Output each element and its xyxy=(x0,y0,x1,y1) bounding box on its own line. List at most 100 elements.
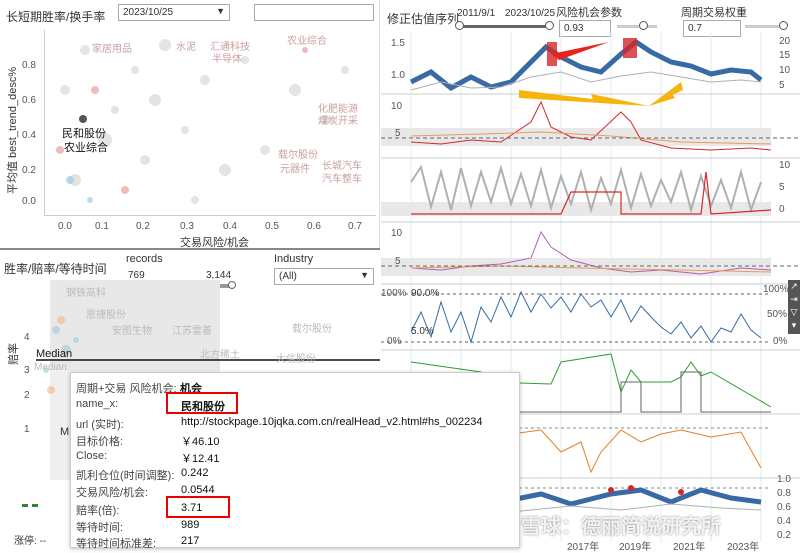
tooltip xyxy=(70,372,520,548)
slider-handle[interactable] xyxy=(545,21,554,30)
scatter-label: 元器件 xyxy=(280,164,310,175)
tooltip-label: 交易风险/机会: xyxy=(76,487,149,499)
x-tick: 0.1 xyxy=(95,221,109,232)
y-axis-label: 赔率 xyxy=(8,343,20,365)
end-date: 2023/10/25 xyxy=(505,8,556,19)
x-tick: 0.7 xyxy=(348,221,362,232)
cycle-label: 周期交易权重 xyxy=(681,7,747,19)
y-axis-label: 平均值 best_trend_desc% xyxy=(7,66,19,194)
tooltip-value: ￥12.41 xyxy=(181,453,220,465)
x-tick: 0.6 xyxy=(307,221,321,232)
y-tick: 0% xyxy=(773,336,788,347)
x-tick: 2017年 xyxy=(567,542,600,553)
pct-label: 90.0% xyxy=(411,288,440,299)
scatter-label: 载尔股份 xyxy=(292,324,332,335)
scatter-label: 钢铁高科 xyxy=(66,288,106,299)
date-value: 2023/10/25 xyxy=(123,7,174,18)
y-tick: 0.6 xyxy=(22,95,36,106)
tooltip-label: 凯利仓位(时间调整): xyxy=(76,470,175,482)
scatter-label: 煤炭开采 xyxy=(318,116,358,127)
y-tick: 4 xyxy=(24,332,30,343)
watermark: 雪球：德丽简说研究所 xyxy=(521,516,721,538)
y-tick: 0.0 xyxy=(22,196,36,207)
scatter-label: 恩捷股份 xyxy=(86,310,126,321)
y-tick: 5 xyxy=(779,182,785,193)
scatter-label: 汽车整车 xyxy=(322,174,362,185)
y-tick: 10 xyxy=(391,228,403,239)
export-icon[interactable]: ⇥ xyxy=(788,293,800,306)
panel-title: 修正估值序列 xyxy=(387,12,460,26)
y-tick: 100% xyxy=(763,284,789,295)
x-tick: 0.4 xyxy=(223,221,237,232)
scatter-label: 家居用品 xyxy=(92,44,132,55)
more-icon[interactable]: ▾ xyxy=(788,319,800,332)
expand-icon[interactable]: ↗ xyxy=(788,280,800,293)
y-tick: 1.0 xyxy=(391,70,405,81)
green-marker xyxy=(32,504,38,507)
highlight-sub-label: 农业综合 xyxy=(64,142,108,154)
y-tick: 0.4 xyxy=(22,130,36,141)
y-tick: 1.5 xyxy=(391,38,405,49)
tooltip-value: 0.0544 xyxy=(181,484,215,496)
start-date: 2011/9/1 xyxy=(457,8,496,19)
filter-icon[interactable]: ▽ xyxy=(788,306,800,319)
y-tick: 10 xyxy=(779,160,791,171)
tooltip-label: Close: xyxy=(76,450,108,462)
footer-text: M xyxy=(60,426,70,438)
tooltip-label: name_x: xyxy=(76,398,119,410)
y-tick: 20 xyxy=(779,36,791,47)
scatter-label: 载尔股份 xyxy=(278,150,318,161)
left-top-panel: 长短期胜率/换手率 2023/10/25 ▼ 平均值 best_trend_de xyxy=(0,0,380,249)
y-tick: 15 xyxy=(779,50,791,61)
x-tick: 0.0 xyxy=(58,221,72,232)
y-tick: 2 xyxy=(24,390,30,401)
highlight-box xyxy=(166,392,238,414)
tooltip-value: 0.242 xyxy=(181,467,209,479)
y-tick: 10 xyxy=(391,101,403,112)
tooltip-label: 周期+交易 风险机会: xyxy=(76,383,177,395)
risk-label: 风险机会参数 xyxy=(556,7,622,19)
tooltip-label: 等待时间: xyxy=(76,522,124,534)
scatter-label: 北方稀土 xyxy=(200,350,240,361)
green-marker xyxy=(22,504,28,507)
highlight-box xyxy=(166,496,230,518)
records-label: records xyxy=(126,253,163,265)
x-tick: 0.2 xyxy=(136,221,150,232)
slider-handle[interactable] xyxy=(639,21,648,30)
x-tick: 0.5 xyxy=(265,221,279,232)
x-tick: 2019年 xyxy=(619,542,652,553)
industry-label: Industry xyxy=(274,253,314,265)
scatter-label: 农业综合 xyxy=(287,36,327,47)
tooltip-value: ￥46.10 xyxy=(181,436,220,448)
panel-title: 长短期胜率/换手率 xyxy=(6,10,106,24)
slider-handle[interactable] xyxy=(779,21,788,30)
scatter-label: 半导体 xyxy=(212,54,242,65)
y-tick: 0.4 xyxy=(777,516,791,527)
chevron-down-icon: ▼ xyxy=(360,270,369,280)
y-tick: 50% xyxy=(767,309,788,320)
tooltip-value: 217 xyxy=(181,535,200,547)
side-toolbar: ↗ ⇥ ▽ ▾ xyxy=(788,280,800,334)
panel-title: 胜率/赔率/等待时间 xyxy=(4,262,107,276)
slider-handle[interactable] xyxy=(455,21,464,30)
chevron-down-icon: ▼ xyxy=(216,6,225,16)
y-tick: 5 xyxy=(395,256,401,267)
search-input[interactable] xyxy=(254,4,374,21)
tooltip-value: 989 xyxy=(181,519,200,531)
x-tick: 2023年 xyxy=(727,542,760,553)
risk-slider[interactable] xyxy=(617,25,657,28)
tooltip-label: url (实时): xyxy=(76,419,124,431)
tooltip-link[interactable]: http://stockpage.10jqka.com.cn/realHead_… xyxy=(181,416,482,428)
y-tick: 0 xyxy=(779,204,785,215)
y-tick: 0.2 xyxy=(22,165,36,176)
y-tick: 100% xyxy=(381,288,407,299)
x-tick: 2021年 xyxy=(673,542,706,553)
date-select[interactable]: 2023/10/25 ▼ xyxy=(118,4,230,21)
y-tick: 0.8 xyxy=(777,488,791,499)
y-tick: 5 xyxy=(395,128,401,139)
date-range-slider[interactable] xyxy=(459,25,549,28)
tooltip-label: 等待时间标准差: xyxy=(76,538,157,550)
median-label-2: Median xyxy=(34,362,67,373)
y-tick: 0.6 xyxy=(777,502,791,513)
y-tick: 10 xyxy=(779,65,791,76)
